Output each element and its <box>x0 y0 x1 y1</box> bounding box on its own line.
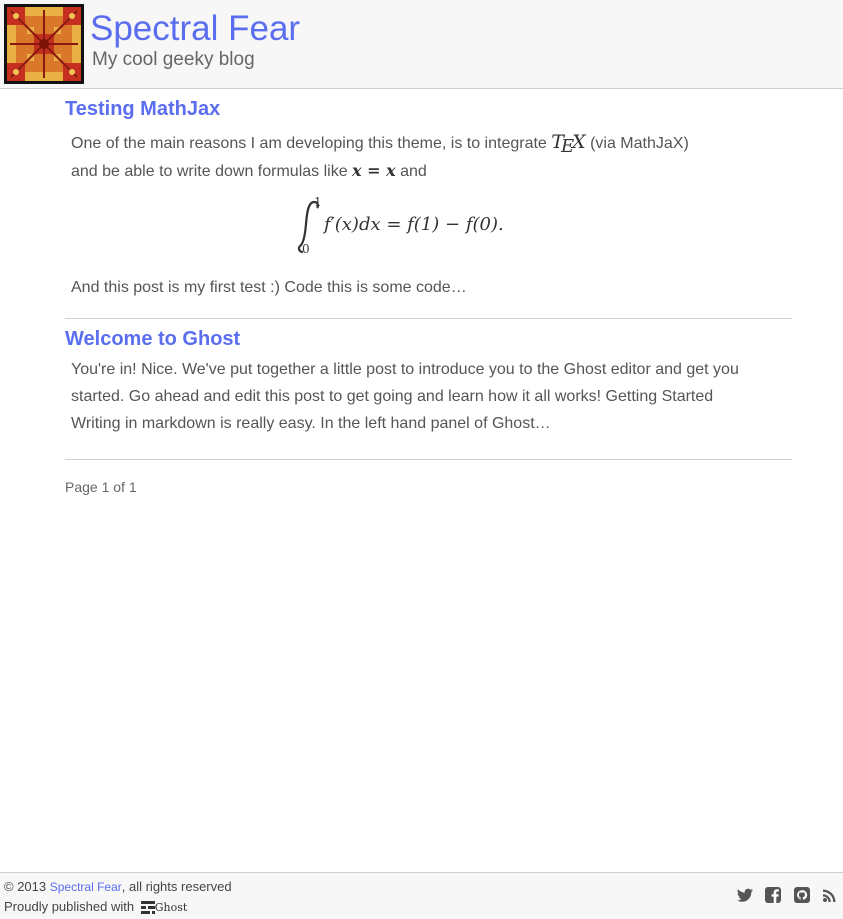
excerpt-text: One of the main reasons I am developing … <box>71 135 552 152</box>
social-links <box>730 886 839 904</box>
rss-icon[interactable] <box>821 886 839 904</box>
pagination: Page 1 of 1 <box>65 479 137 495</box>
blog-logo[interactable] <box>4 4 84 84</box>
twitter-icon[interactable] <box>736 886 754 904</box>
post-excerpt: One of the main reasons I am developing … <box>71 129 751 185</box>
post-item: Welcome to Ghost You're in! Nice. We've … <box>65 319 792 460</box>
tex-logo: TEX <box>551 131 586 157</box>
post-list: Testing MathJax One of the main reasons … <box>65 96 792 460</box>
post-item: Testing MathJax One of the main reasons … <box>65 96 792 319</box>
post-excerpt: You're in! Nice. We've put together a li… <box>71 361 739 432</box>
site-description: My cool geeky blog <box>92 49 255 70</box>
integrand: f′(x)dx = f(1) − f(0). <box>324 214 504 235</box>
blog-logo-image <box>7 7 81 81</box>
copyright: © 2013 Spectral Fear, all rights reserve… <box>4 879 232 894</box>
excerpt-text: and be able to write down formulas like <box>71 163 353 180</box>
excerpt-tail: And this post is my first test :) Code t… <box>71 279 467 296</box>
ghost-wordmark: Ghost <box>154 901 188 914</box>
ghost-link[interactable]: Ghost <box>138 899 188 914</box>
github-icon[interactable] <box>793 886 811 904</box>
integral-lower-limit: 0 <box>302 242 310 256</box>
tex-letter-x: X <box>572 131 586 153</box>
site-title-link[interactable]: Spectral Fear <box>90 8 300 50</box>
published-with: Proudly published with Ghost <box>4 899 187 915</box>
post-title-link[interactable]: Testing MathJax <box>65 96 220 122</box>
site-header: Spectral Fear My cool geeky blog <box>0 0 843 89</box>
site-footer: © 2013 Spectral Fear, all rights reserve… <box>0 872 843 919</box>
post-title-link[interactable]: Welcome to Ghost <box>65 326 240 352</box>
copyright-prefix: © 2013 <box>4 879 50 894</box>
copyright-link[interactable]: Spectral Fear <box>50 880 122 894</box>
display-formula: 1 0 f′(x)dx = f(1) − f(0). <box>287 195 547 260</box>
inline-formula: x = x <box>352 161 396 180</box>
ghost-logo-icon <box>140 901 155 914</box>
integral-upper-limit: 1 <box>314 195 322 209</box>
tex-letter-e: E <box>560 136 575 157</box>
copyright-suffix: , all rights reserved <box>121 879 232 894</box>
excerpt-text: and <box>395 163 427 180</box>
published-text: Proudly published with <box>4 899 138 914</box>
facebook-icon[interactable] <box>764 886 782 904</box>
excerpt-text: (via MathJaX) <box>585 135 689 152</box>
